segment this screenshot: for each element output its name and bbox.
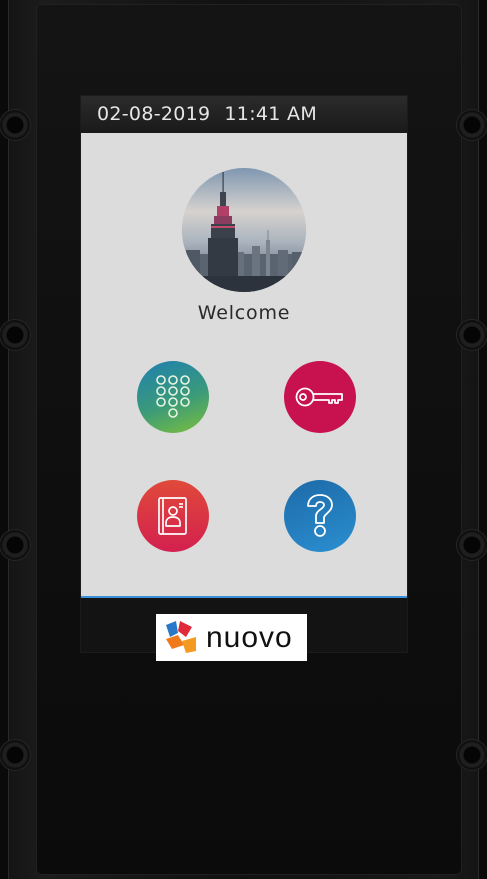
help-button[interactable] xyxy=(284,480,356,552)
screw-right-2 xyxy=(457,320,487,350)
brand-name: nuovo xyxy=(206,620,293,654)
brand-logo: nuovo xyxy=(156,614,307,661)
key-icon xyxy=(295,387,343,407)
touch-screen: Welcome xyxy=(81,133,407,598)
nuovo-logo-icon xyxy=(166,620,196,653)
status-date: 02-08-2019 xyxy=(97,103,211,125)
status-time: 11:41 AM xyxy=(224,103,318,125)
screw-left-3 xyxy=(0,530,30,560)
screw-right-1 xyxy=(457,110,487,140)
key-button[interactable] xyxy=(284,361,356,433)
question-mark-icon xyxy=(307,494,333,537)
contacts-button[interactable] xyxy=(137,480,209,552)
welcome-text: Welcome xyxy=(197,302,291,324)
contacts-book-icon xyxy=(158,497,187,535)
screw-left-2 xyxy=(0,320,30,350)
screw-right-3 xyxy=(457,530,487,560)
keypad-icon xyxy=(156,375,190,418)
screw-left-1 xyxy=(0,110,30,140)
screw-right-4 xyxy=(457,740,487,770)
city-skyline-photo-icon xyxy=(182,168,306,292)
status-bar: 02-08-2019 11:41 AM xyxy=(81,96,407,133)
keypad-button[interactable] xyxy=(137,361,209,433)
screw-left-4 xyxy=(0,740,30,770)
profile-avatar xyxy=(182,168,306,292)
